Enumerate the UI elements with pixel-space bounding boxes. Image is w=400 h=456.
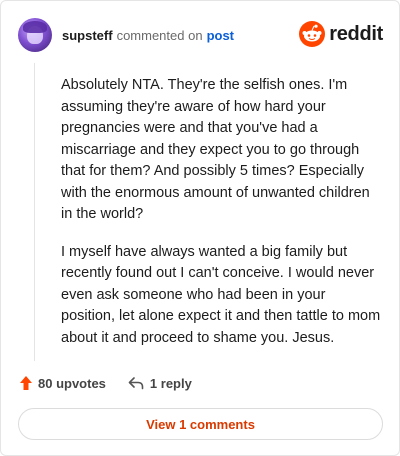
avatar[interactable] <box>18 18 52 52</box>
reddit-logo[interactable]: reddit <box>299 21 383 47</box>
comment-header: supsteff commented on post reddit <box>18 15 383 55</box>
post-link[interactable]: post <box>207 28 234 43</box>
reddit-wordmark: reddit <box>329 22 383 45</box>
comment-meta: supsteff commented on post <box>62 28 234 43</box>
comment-paragraph: Absolutely NTA. They're the selfish ones… <box>61 77 370 222</box>
upvote-arrow-icon <box>20 376 32 390</box>
reply-button[interactable]: 1 reply <box>128 376 192 391</box>
username[interactable]: supsteff <box>62 28 113 43</box>
reply-arrow-icon <box>128 377 144 390</box>
upvote-count: 80 upvotes <box>38 375 106 391</box>
reddit-alien-icon <box>299 21 326 47</box>
comment-card: supsteff commented on post reddit Absolu… <box>0 0 400 456</box>
reply-count: 1 reply <box>149 375 192 391</box>
comment-body: Absolutely NTA. They're the selfish ones… <box>61 75 381 365</box>
comment-footer: 80 upvotes 1 reply <box>19 375 192 391</box>
action-text: commented on <box>116 27 203 43</box>
upvote-button[interactable]: 80 upvotes <box>19 375 106 391</box>
comment-paragraph: I myself have always wanted a big family… <box>61 243 381 346</box>
view-comments-button[interactable]: View 1 comments <box>18 408 383 440</box>
thread-line[interactable] <box>34 63 35 361</box>
